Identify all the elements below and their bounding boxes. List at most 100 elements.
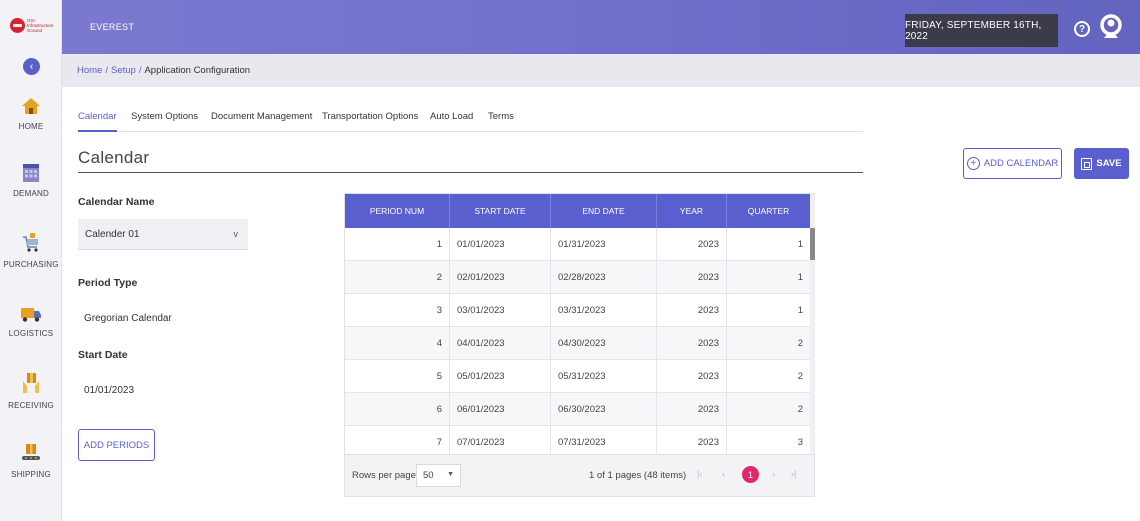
cell-year: 2023 [657,393,727,425]
cell-quarter: 2 [797,337,803,349]
table-row[interactable]: 4 04/01/2023 04/30/2023 2023 2 [345,327,810,360]
cell-period-num: 4 [345,327,450,359]
add-calendar-button[interactable]: + ADD CALENDAR [963,148,1062,179]
tab-transportation-options[interactable]: Transportation Options [322,111,418,122]
sidebar-item-shipping[interactable]: SHIPPING [0,442,62,479]
next-page-icon[interactable]: › [772,469,775,479]
cell-start-date: 01/01/2023 [450,228,551,260]
period-type-label: Period Type [78,277,138,289]
top-bar: EVEREST FRIDAY, SEPTEMBER 16TH, 2022 ? [62,0,1140,54]
home-icon [22,98,40,114]
cell-start-date: 03/01/2023 [450,294,551,326]
breadcrumb-separator: / [105,65,108,76]
scrollbar-thumb[interactable] [810,228,815,260]
prev-page-icon[interactable]: ‹ [722,469,725,479]
sidebar-item-purchasing[interactable]: PURCHASING [0,232,62,269]
table-row[interactable]: 3 03/01/2023 03/31/2023 2023 1 [345,294,810,327]
breadcrumb-current: Application Configuration [144,65,251,76]
breadcrumb-setup-link[interactable]: Setup [111,65,136,76]
page-button-current[interactable]: 1 [742,466,759,483]
rows-per-page-label: Rows per page [352,470,416,481]
sidebar-item-label: LOGISTICS [8,329,54,338]
help-icon[interactable]: ? [1074,21,1090,37]
save-label: SAVE [1096,158,1122,169]
cell-period-num: 7 [345,426,450,454]
grid-header: PERIOD NUM START DATE END DATE YEAR QUAR… [345,194,810,228]
grid-pager: Rows per page 50 ▼ 1 of 1 pages (48 item… [345,454,814,496]
tab-terms[interactable]: Terms [488,111,514,122]
plus-circle-icon: + [966,157,980,170]
shopping-cart-icon [23,233,38,252]
sidebar-item-label: RECEIVING [8,401,54,410]
period-type-value: Gregorian Calendar [84,313,172,324]
cell-start-date: 05/01/2023 [450,360,551,392]
calendar-name-label: Calendar Name [78,196,155,208]
periods-grid: PERIOD NUM START DATE END DATE YEAR QUAR… [344,193,815,497]
sidebar-item-demand[interactable]: DEMAND [0,163,62,198]
calendar-name-select[interactable]: Calender 01 v [78,219,248,250]
cell-year: 2023 [657,426,727,454]
chevron-down-icon: v [233,229,239,239]
cell-end-date: 06/30/2023 [551,393,657,425]
rows-per-page-value: 50 [423,470,434,481]
breadcrumb-separator: / [138,65,142,76]
cell-year: 2023 [657,228,727,260]
sidebar-item-logistics[interactable]: LOGISTICS [0,305,62,338]
cell-period-num: 3 [345,294,450,326]
chevron-left-icon: ‹ [29,60,34,73]
title-divider [78,172,863,173]
breadcrumb-home-link[interactable]: Home [77,65,102,76]
grid-body: 1 01/01/2023 01/31/2023 2023 1 2 02/01/2023 02/… [345,228,810,454]
grid-scrollbar[interactable] [810,194,815,454]
collapse-sidebar-button[interactable]: ‹ [23,58,40,75]
save-button[interactable]: SAVE [1074,148,1129,179]
logo-line: Ground [27,27,43,33]
start-date-value[interactable]: 01/01/2023 [84,385,134,396]
cell-period-num: 6 [345,393,450,425]
last-page-icon[interactable]: ›| [791,469,796,479]
cell-start-date: 06/01/2023 [450,393,551,425]
cell-year: 2023 [657,294,727,326]
sidebar-item-label: DEMAND [13,189,49,198]
truck-icon [21,308,41,322]
cell-quarter: 3 [797,436,803,448]
user-profile-icon[interactable] [1100,14,1122,40]
sidebar-item-receiving[interactable]: RECEIVING [0,371,62,410]
cell-quarter: 1 [797,304,803,316]
tab-document-management[interactable]: Document Management [211,111,312,122]
column-header-year[interactable]: YEAR [657,194,727,228]
table-row[interactable]: 1 01/01/2023 01/31/2023 2023 1 [345,228,810,261]
logo-text: GSI Infrastructure Ground [27,18,54,33]
table-row[interactable]: 2 02/01/2023 02/28/2023 2023 1 [345,261,810,294]
table-row[interactable]: 6 06/01/2023 06/30/2023 2023 2 [345,393,810,426]
tab-calendar[interactable]: Calendar [78,111,117,132]
cell-start-date: 04/01/2023 [450,327,551,359]
cell-end-date: 02/28/2023 [551,261,657,293]
start-date-label: Start Date [78,349,128,361]
column-header-end-date[interactable]: END DATE [551,194,657,228]
config-tabs: Calendar System Options Document Managem… [78,104,863,132]
column-header-start-date[interactable]: START DATE [450,194,551,228]
save-icon [1081,157,1093,170]
cell-end-date: 04/30/2023 [551,327,657,359]
sidebar-item-home[interactable]: HOME [0,96,62,131]
cell-quarter: 1 [797,271,803,283]
add-calendar-label: ADD CALENDAR [983,158,1059,169]
column-header-period-num[interactable]: PERIOD NUM [345,194,450,228]
sidebar-item-label: HOME [18,122,44,131]
conveyor-box-icon [22,444,40,460]
cell-end-date: 03/31/2023 [551,294,657,326]
company-logo[interactable]: GSI Infrastructure Ground [10,14,54,36]
page-title: Calendar [78,148,150,167]
tab-system-options[interactable]: System Options [131,111,198,122]
tab-auto-load[interactable]: Auto Load [430,111,473,122]
table-row[interactable]: 7 07/01/2023 07/31/2023 2023 3 [345,426,810,454]
cell-quarter: 2 [797,403,803,415]
add-periods-button[interactable]: ADD PERIODS [78,429,155,461]
first-page-icon[interactable]: |‹ [697,469,702,479]
sidebar-item-label: SHIPPING [11,470,51,479]
rows-per-page-select[interactable]: 50 ▼ [416,464,461,487]
sidebar: GSI Infrastructure Ground ‹ HOME DEMAND [0,0,62,521]
table-row[interactable]: 5 05/01/2023 05/31/2023 2023 2 [345,360,810,393]
column-header-quarter[interactable]: QUARTER [727,194,810,228]
